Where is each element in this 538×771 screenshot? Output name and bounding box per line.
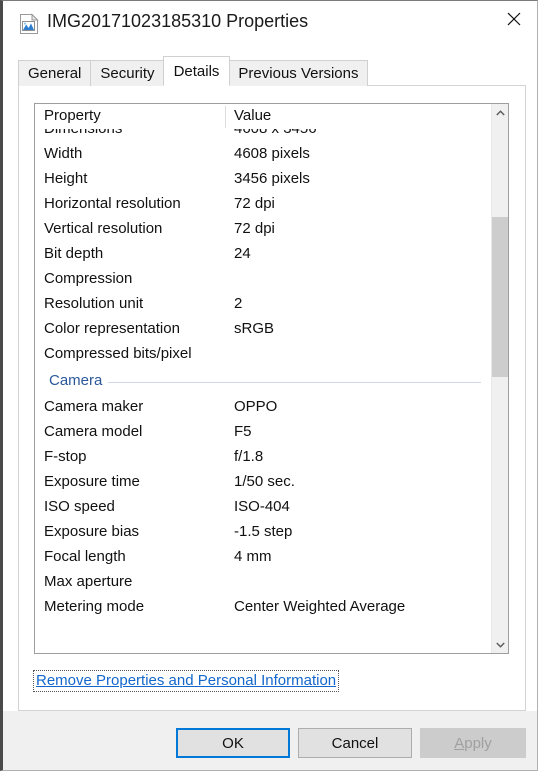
details-row[interactable]: Bit depth 24 (35, 242, 491, 267)
detail-property-value[interactable]: 4608 pixels (234, 145, 310, 162)
picture-file-icon (19, 13, 40, 35)
dialog-footer: OK Cancel Apply (3, 711, 537, 770)
detail-property-value[interactable]: 4 mm (234, 548, 272, 565)
ok-button-label: OK (222, 734, 244, 752)
detail-property-name: F-stop (44, 448, 87, 465)
remove-properties-link[interactable]: Remove Properties and Personal Informati… (36, 672, 336, 689)
details-row[interactable]: Vertical resolution 72 dpi (35, 217, 491, 242)
detail-property-name: Compressed bits/pixel (44, 345, 192, 362)
detail-property-value[interactable]: Center Weighted Average (234, 598, 405, 615)
tab-strip: General Security Details Previous Versio… (18, 56, 369, 86)
detail-property-name: Width (44, 145, 83, 162)
column-divider[interactable] (225, 106, 226, 128)
details-row[interactable]: Max aperture (35, 570, 491, 595)
details-row[interactable]: Compression (35, 267, 491, 292)
detail-property-value[interactable]: 24 (234, 245, 251, 262)
details-group-header: Camera (35, 367, 491, 395)
tab-previous-versions[interactable]: Previous Versions (228, 60, 369, 86)
properties-dialog: IMG20171023185310 Properties General Sec… (0, 0, 538, 771)
remove-properties-link-focus-ring: Remove Properties and Personal Informati… (33, 670, 340, 692)
detail-property-name: Vertical resolution (44, 220, 163, 237)
details-row[interactable]: Compressed bits/pixel (35, 342, 491, 367)
detail-property-value[interactable]: ISO-404 (234, 498, 290, 515)
details-row[interactable]: Focal length 4 mm (35, 545, 491, 570)
detail-property-name: Camera maker (44, 398, 144, 415)
scrollbar-thumb[interactable] (492, 217, 508, 377)
details-row[interactable]: Resolution unit 2 (35, 292, 491, 317)
details-row[interactable]: Color representation sRGB (35, 317, 491, 342)
tab-security-label: Security (100, 65, 155, 82)
tab-details[interactable]: Details (162, 56, 231, 86)
tab-general-label: General (28, 65, 82, 82)
tab-security[interactable]: Security (90, 60, 165, 86)
detail-property-name: ISO speed (44, 498, 115, 515)
apply-button: Apply (420, 728, 526, 758)
detail-property-name: Camera model (44, 423, 143, 440)
group-header-label: Camera (49, 372, 109, 389)
details-row[interactable]: Exposure bias -1.5 step (35, 520, 491, 545)
detail-property-name: Horizontal resolution (44, 195, 181, 212)
detail-property-value[interactable]: F5 (234, 423, 252, 440)
tab-details-label: Details (173, 62, 220, 80)
details-row[interactable]: Exposure time 1/50 sec. (35, 470, 491, 495)
detail-property-value[interactable]: 3456 pixels (234, 170, 310, 187)
details-row[interactable]: Camera model F5 (35, 420, 491, 445)
close-icon[interactable] (491, 1, 537, 37)
detail-property-name: Color representation (44, 320, 180, 337)
details-row[interactable]: Width 4608 pixels (35, 142, 491, 167)
detail-property-value[interactable]: 72 dpi (234, 220, 275, 237)
group-divider (49, 382, 481, 383)
detail-property-name: Metering mode (44, 598, 145, 615)
details-row[interactable]: ISO speed ISO-404 (35, 495, 491, 520)
details-row[interactable]: Height 3456 pixels (35, 167, 491, 192)
apply-accel-letter: A (454, 734, 465, 752)
detail-property-name: Exposure bias (44, 523, 140, 540)
cancel-button[interactable]: Cancel (298, 728, 412, 758)
detail-property-name: Max aperture (44, 573, 133, 590)
tab-previous-versions-label: Previous Versions (238, 65, 359, 82)
title-bar: IMG20171023185310 Properties (3, 1, 537, 45)
detail-property-name: Focal length (44, 548, 126, 565)
chevron-down-icon[interactable] (492, 636, 508, 653)
details-column-header: Property Value (35, 104, 491, 129)
detail-property-name: Compression (44, 270, 133, 287)
details-row[interactable]: Camera maker OPPO (35, 395, 491, 420)
window-title: IMG20171023185310 Properties (47, 11, 309, 31)
tab-general[interactable]: General (18, 60, 92, 86)
detail-property-value[interactable]: 2 (234, 295, 242, 312)
detail-property-name: Bit depth (44, 245, 104, 262)
detail-property-value[interactable]: -1.5 step (234, 523, 292, 540)
details-list-viewport: Image IDDimensions4608 x 3456Width4608 p… (35, 104, 491, 653)
detail-property-value[interactable]: f/1.8 (234, 448, 263, 465)
apply-label-rest: pply (464, 734, 492, 752)
details-row[interactable]: Horizontal resolution 72 dpi (35, 192, 491, 217)
chevron-up-icon[interactable] (492, 104, 508, 121)
detail-property-value[interactable]: OPPO (234, 398, 277, 415)
column-header-value[interactable]: Value (234, 107, 271, 124)
detail-property-value[interactable]: 1/50 sec. (234, 473, 295, 490)
details-row[interactable]: Metering mode Center Weighted Average (35, 595, 491, 620)
detail-property-name: Height (44, 170, 88, 187)
vertical-scrollbar[interactable] (491, 104, 508, 653)
ok-button[interactable]: OK (176, 728, 290, 758)
details-row[interactable]: F-stop f/1.8 (35, 445, 491, 470)
detail-property-value[interactable]: sRGB (234, 320, 274, 337)
detail-property-value[interactable]: 72 dpi (234, 195, 275, 212)
detail-property-name: Resolution unit (44, 295, 144, 312)
apply-button-label: Apply (454, 735, 492, 752)
cancel-button-label: Cancel (331, 734, 379, 752)
details-rows-container: Image IDDimensions4608 x 3456Width4608 p… (35, 104, 491, 620)
details-list[interactable]: Image IDDimensions4608 x 3456Width4608 p… (34, 103, 509, 654)
details-tab-panel: Image IDDimensions4608 x 3456Width4608 p… (18, 85, 526, 711)
detail-property-name: Exposure time (44, 473, 140, 490)
column-header-property[interactable]: Property (44, 107, 101, 124)
